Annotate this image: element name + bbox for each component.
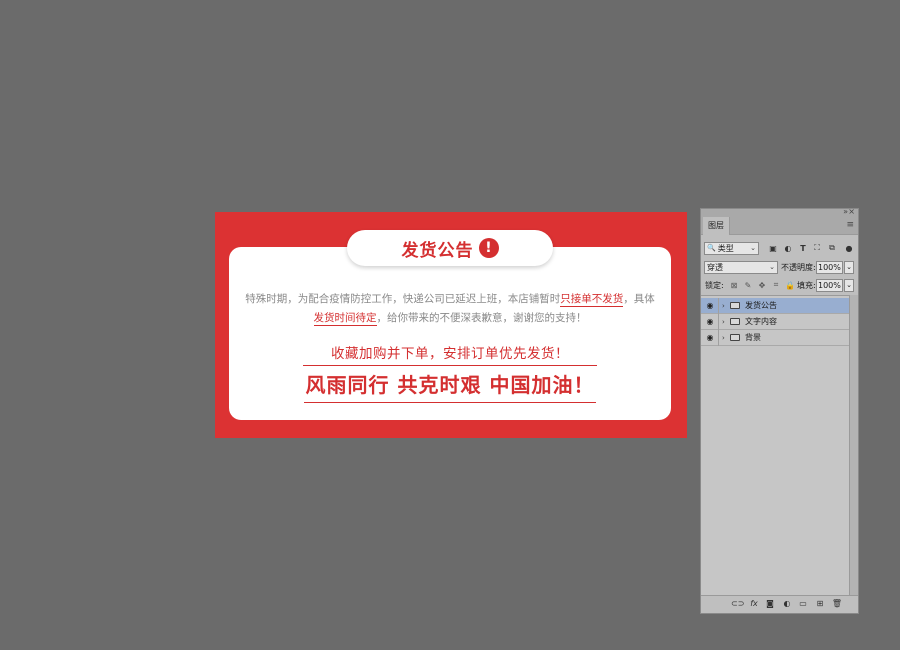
adjustment-filter-icon[interactable]: ◐ — [783, 244, 793, 253]
fill-value: 100% — [818, 280, 841, 290]
opacity-value: 100% — [818, 262, 841, 272]
blend-mode-value: 穿透 — [707, 262, 723, 272]
tab-layers[interactable]: 图层 — [703, 217, 730, 235]
folder-icon — [730, 334, 740, 341]
expand-arrow-icon[interactable]: › — [722, 302, 725, 310]
blend-row: 穿透 ⌄ 不透明度: 100% ⌄ — [701, 258, 858, 276]
layer-name: 发货公告 — [745, 301, 777, 310]
image-filter-icon[interactable]: ▣ — [768, 244, 778, 253]
group-icon[interactable]: ▭ — [797, 599, 809, 608]
eye-icon[interactable]: ◉ — [705, 301, 715, 310]
fill-label: 填充: — [797, 280, 816, 290]
notice-title-pill: 发货公告 ! — [347, 230, 553, 266]
folder-icon — [730, 318, 740, 325]
panel-title-bar[interactable]: » × — [701, 207, 858, 217]
divider — [718, 314, 719, 330]
panel-menu-icon[interactable]: ≡ — [846, 220, 854, 230]
lock-artboard-icon[interactable]: ⌗ — [771, 280, 781, 290]
body-text-part-3: ，给你带来的不便深表歉意，谢谢您的支持！ — [376, 312, 587, 324]
layer-filter-value: 类型 — [717, 243, 734, 253]
close-panel-icon[interactable]: × — [848, 207, 855, 216]
type-filter-icon[interactable]: T — [798, 244, 808, 253]
layer-row-text-content[interactable]: ◉ › 文字内容 — [701, 314, 849, 330]
slogan-line-text: 风雨同行 共克时艰 中国加油！ — [303, 369, 597, 403]
delete-icon[interactable]: 🗑 — [831, 599, 843, 608]
opacity-input[interactable]: 100% — [816, 260, 843, 274]
slogan-line: 风雨同行 共克时艰 中国加油！ — [229, 369, 671, 403]
collapse-panel-icon[interactable]: » — [843, 207, 848, 216]
eye-icon[interactable]: ◉ — [705, 333, 715, 342]
mask-icon[interactable]: ◙ — [764, 599, 776, 608]
blend-mode-select[interactable]: 穿透 ⌄ — [704, 260, 778, 274]
body-text-part-2: ，具体 — [623, 293, 655, 305]
lock-label: 锁定: — [705, 280, 724, 290]
chevron-down-icon: ⌄ — [846, 263, 852, 271]
layer-row-background[interactable]: ◉ › 背景 — [701, 330, 849, 346]
layer-filter-select[interactable]: 🔍 类型 ⌄ — [704, 241, 759, 255]
layers-panel: » × 图层 ≡ 🔍 类型 ⌄ ▣ ◐ T ⛶ ⧉ ● 穿透 ⌄ 不透明度: 1… — [700, 207, 859, 614]
exclamation-icon: ! — [478, 238, 499, 258]
promo-line-text: 收藏加购并下单，安排订单优先发货！ — [303, 342, 597, 366]
layer-name: 背景 — [745, 333, 761, 342]
shape-filter-icon[interactable]: ⛶ — [812, 243, 822, 253]
smart-object-filter-icon[interactable]: ⧉ — [827, 243, 837, 253]
notice-title: 发货公告 — [401, 240, 474, 261]
layer-name: 文字内容 — [745, 317, 777, 326]
layer-list-scrollbar[interactable] — [849, 295, 858, 595]
adjustment-icon[interactable]: ◐ — [781, 599, 793, 608]
body-text-part-1: 特殊时期，为配合疫情防控工作，快递公司已延迟上班，本店铺暂时 — [245, 293, 561, 305]
panel-tab-bar: 图层 ≡ — [701, 217, 858, 235]
opacity-dropdown-button[interactable]: ⌄ — [844, 260, 854, 274]
link-layers-icon[interactable]: ⊂⊃ — [731, 599, 744, 608]
eye-icon[interactable]: ◉ — [705, 317, 715, 326]
search-icon: 🔍 — [707, 244, 716, 252]
layer-row-notice[interactable]: ◉ › 发货公告 — [701, 298, 849, 314]
body-highlight-2: 发货时间待定 — [313, 312, 377, 326]
layer-list: ◉ › 发货公告 ◉ › 文字内容 ◉ › 背景 — [701, 295, 849, 595]
expand-arrow-icon[interactable]: › — [722, 334, 725, 342]
promo-line: 收藏加购并下单，安排订单优先发货！ — [229, 342, 671, 366]
lock-all-icon[interactable]: 🔒 — [785, 281, 795, 290]
fx-icon[interactable]: fx — [748, 599, 760, 608]
new-layer-icon[interactable]: ⊞ — [814, 599, 826, 608]
panel-footer: ⊂⊃ fx ◙ ◐ ▭ ⊞ 🗑 — [701, 595, 858, 613]
lock-image-icon[interactable]: ✎ — [743, 281, 753, 290]
chevron-down-icon: ⌄ — [846, 281, 852, 289]
lock-position-icon[interactable]: ✥ — [757, 281, 767, 290]
chevron-down-icon: ⌄ — [769, 263, 775, 271]
artboard-canvas[interactable]: 特殊时期，为配合疫情防控工作，快递公司已延迟上班，本店铺暂时只接单不发货，具体发… — [215, 212, 687, 438]
divider — [718, 298, 719, 314]
fill-dropdown-button[interactable]: ⌄ — [844, 278, 854, 292]
chevron-down-icon: ⌄ — [750, 244, 756, 252]
lock-transparency-icon[interactable]: ⊠ — [729, 281, 739, 290]
divider — [718, 330, 719, 346]
layer-filter-row: 🔍 类型 ⌄ ▣ ◐ T ⛶ ⧉ ● — [701, 239, 858, 257]
filter-toggle-icon[interactable]: ● — [844, 244, 854, 253]
notice-body-text: 特殊时期，为配合疫情防控工作，快递公司已延迟上班，本店铺暂时只接单不发货，具体发… — [243, 290, 657, 328]
body-highlight-1: 只接单不发货 — [560, 293, 624, 307]
opacity-label: 不透明度: — [781, 262, 816, 272]
notice-card: 特殊时期，为配合疫情防控工作，快递公司已延迟上班，本店铺暂时只接单不发货，具体发… — [229, 247, 671, 420]
fill-input[interactable]: 100% — [816, 278, 843, 292]
lock-row: 锁定: ⊠ ✎ ✥ ⌗ 🔒 填充: 100% ⌄ — [701, 276, 858, 294]
expand-arrow-icon[interactable]: › — [722, 318, 725, 326]
folder-icon — [730, 302, 740, 309]
